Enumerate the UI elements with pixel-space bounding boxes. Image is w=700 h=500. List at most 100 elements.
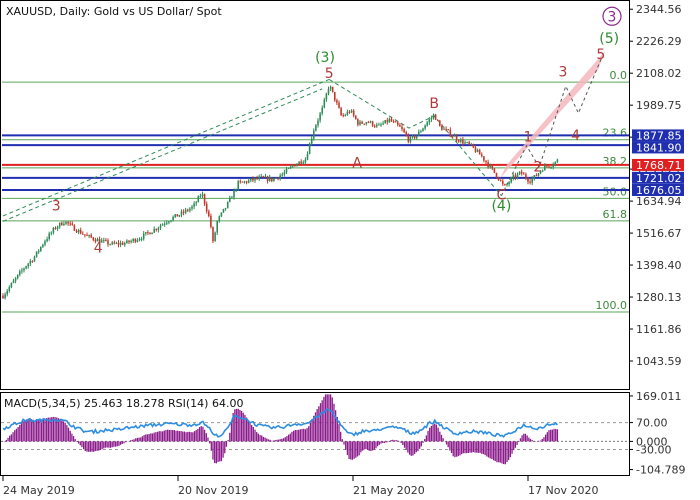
candle-body	[424, 125, 426, 129]
candle-body	[136, 240, 139, 242]
candle-body	[231, 197, 233, 199]
candle-body	[172, 216, 174, 221]
candle-body	[138, 239, 141, 241]
price-tick-label: 2344.56	[636, 3, 682, 16]
candle-body	[75, 230, 78, 233]
candle-body	[397, 122, 399, 125]
candle-body	[149, 232, 151, 235]
candle-body	[130, 240, 132, 243]
candle-body	[281, 174, 284, 176]
candle-body	[124, 243, 126, 245]
price-tick-label: 2108.02	[636, 67, 682, 80]
fib-label-61.8: 61.8	[603, 208, 628, 221]
wave-label-1-8: 1	[524, 130, 533, 146]
candle-body	[485, 160, 487, 163]
wave-label-B-5: B	[429, 96, 439, 112]
candle-body	[37, 250, 40, 252]
candle-body	[346, 111, 349, 116]
candle-body	[409, 137, 412, 142]
candle-body	[392, 121, 395, 123]
candle-body	[304, 159, 307, 163]
candle-body	[313, 130, 315, 139]
candle-body	[10, 283, 13, 288]
wave-label-5-13: (5)	[599, 31, 619, 47]
candle-body	[386, 120, 389, 123]
candle-body	[159, 225, 162, 228]
candle-body	[279, 175, 281, 179]
candle-body	[432, 114, 435, 118]
candle-body	[245, 181, 248, 183]
candle-body	[222, 208, 225, 213]
candle-body	[504, 184, 506, 186]
candle-body	[126, 240, 128, 244]
candle-body	[413, 135, 416, 139]
candle-body	[107, 240, 109, 245]
candle-body	[29, 260, 32, 264]
candle-body	[493, 168, 496, 173]
candle-body	[239, 181, 242, 183]
candle-body	[321, 107, 323, 114]
candle-body	[428, 119, 431, 123]
candle-body	[254, 177, 256, 181]
candle-body	[325, 93, 328, 100]
candle-body	[474, 147, 477, 152]
candle-body	[378, 124, 380, 126]
candle-body	[502, 180, 504, 185]
candle-body	[40, 246, 42, 251]
candle-body	[350, 110, 353, 113]
candle-body	[170, 220, 172, 222]
candle-body	[214, 232, 216, 242]
candle-body	[294, 165, 296, 167]
candle-body	[14, 278, 17, 281]
candle-body	[441, 125, 443, 130]
candle-body	[205, 203, 208, 212]
candle-body	[376, 124, 378, 127]
candle-body	[71, 223, 74, 225]
candle-body	[46, 239, 48, 242]
candle-body	[405, 132, 407, 136]
candle-body	[342, 115, 344, 117]
candle-body	[50, 232, 53, 234]
candle-body	[352, 110, 355, 116]
candle-body	[390, 118, 393, 122]
candle-body	[178, 215, 181, 217]
candle-body	[491, 165, 494, 169]
candle-body	[455, 135, 458, 141]
candle-body	[271, 177, 273, 181]
candle-body	[394, 121, 397, 123]
candle-body	[287, 167, 290, 169]
candle-body	[338, 102, 340, 109]
candle-body	[525, 174, 527, 179]
candle-body	[489, 165, 491, 167]
price-tick-label: 1634.94	[636, 195, 682, 208]
candle-body	[411, 135, 414, 138]
candle-body	[121, 242, 124, 245]
candle-body	[319, 113, 321, 121]
candle-body	[453, 135, 456, 137]
candle-body	[373, 125, 376, 127]
candle-body	[481, 154, 483, 157]
price-tick-label: 1161.86	[636, 323, 682, 336]
candle-body	[233, 190, 235, 198]
candle-body	[552, 165, 554, 168]
candle-body	[382, 123, 384, 125]
candle-body	[310, 138, 313, 144]
candle-body	[6, 290, 8, 295]
price-tick-label: 1043.59	[636, 355, 682, 368]
candle-body	[42, 244, 44, 247]
candle-body	[161, 224, 164, 226]
candle-body	[193, 203, 195, 207]
price-tags: 1877.851841.901768.711721.021676.05	[632, 129, 684, 197]
candle-body	[344, 115, 347, 117]
candle-body	[132, 239, 134, 241]
price-tick-label: 1280.13	[636, 291, 682, 304]
candle-body	[199, 195, 202, 197]
time-tick-label: 24 May 2019	[3, 484, 75, 497]
candle-body	[237, 181, 239, 190]
candle-body	[86, 235, 88, 237]
wave-label-3-2: (3)	[315, 50, 335, 66]
candle-body	[33, 256, 36, 262]
candle-body	[535, 175, 538, 177]
candle-body	[197, 196, 200, 203]
candle-body	[4, 294, 6, 299]
